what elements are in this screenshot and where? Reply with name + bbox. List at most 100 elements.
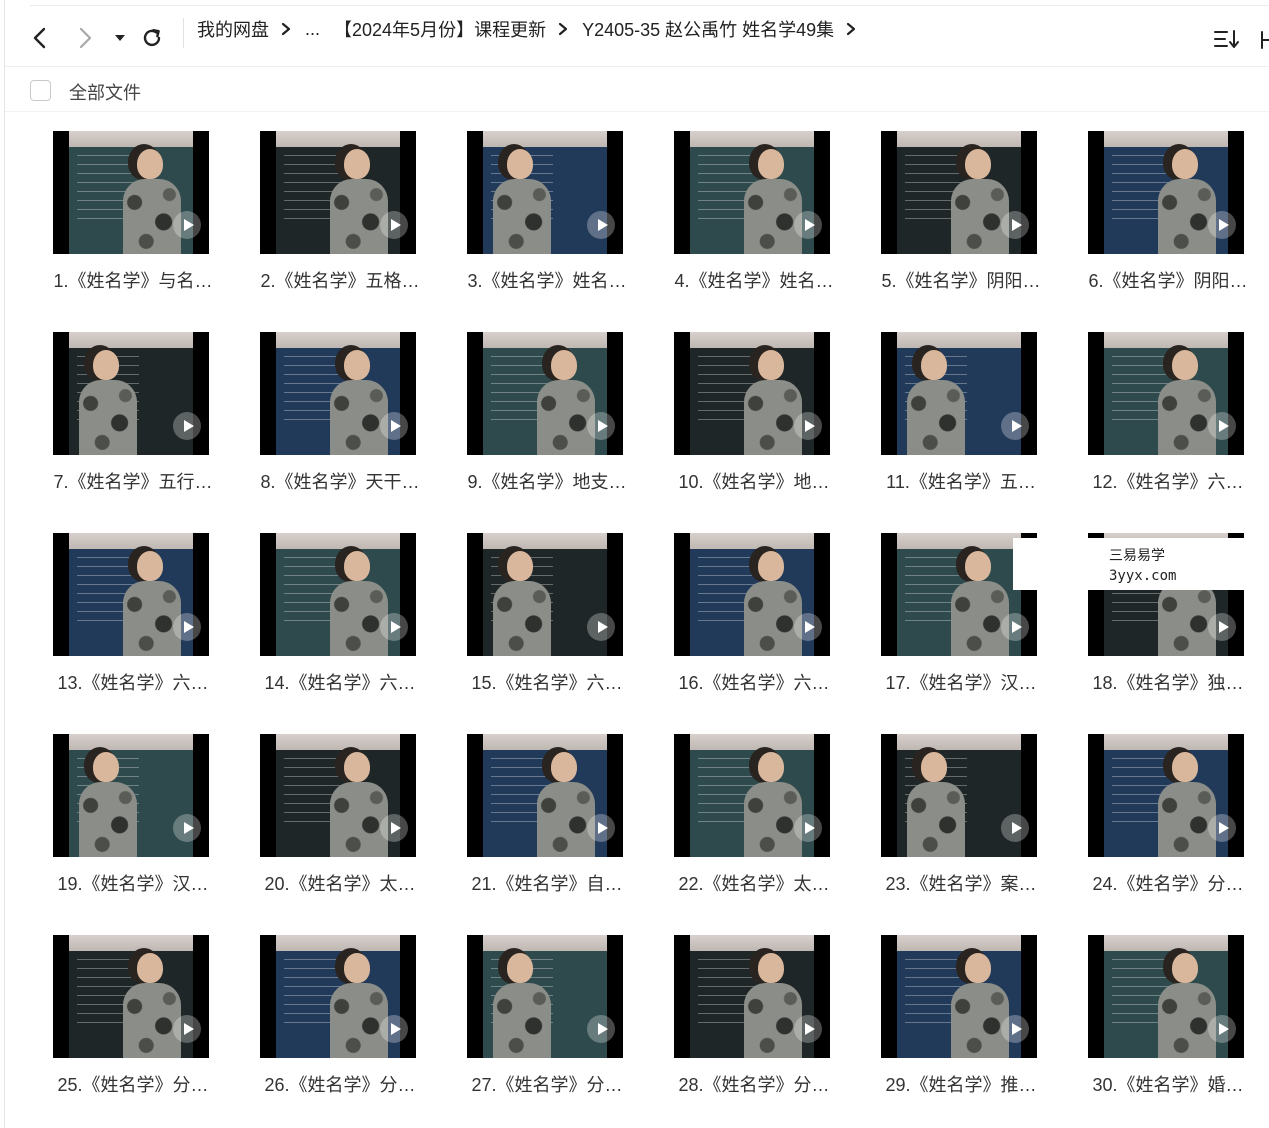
video-thumbnail[interactable]: [674, 935, 830, 1058]
play-icon[interactable]: [794, 211, 822, 239]
video-thumbnail[interactable]: [674, 734, 830, 857]
play-icon[interactable]: [380, 814, 408, 842]
play-icon[interactable]: [587, 1015, 615, 1043]
file-tile[interactable]: 19.《姓名学》汉…: [53, 734, 213, 896]
play-icon[interactable]: [173, 211, 201, 239]
file-tile[interactable]: 3.《姓名学》姓名…: [467, 131, 627, 293]
video-thumbnail[interactable]: [467, 935, 623, 1058]
play-icon[interactable]: [794, 1015, 822, 1043]
refresh-button[interactable]: [139, 25, 165, 51]
back-button[interactable]: [27, 25, 51, 51]
video-thumbnail[interactable]: [53, 332, 209, 455]
video-thumbnail[interactable]: [674, 533, 830, 656]
file-tile[interactable]: 23.《姓名学》案…: [881, 734, 1041, 896]
video-thumbnail[interactable]: [881, 332, 1037, 455]
window-top-border: [30, 5, 1269, 6]
breadcrumb-folder[interactable]: 【2024年5月份】课程更新: [334, 16, 546, 42]
play-icon[interactable]: [1001, 412, 1029, 440]
video-thumbnail[interactable]: [53, 935, 209, 1058]
file-tile[interactable]: 29.《姓名学》推…: [881, 935, 1041, 1097]
file-tile[interactable]: 26.《姓名学》分…: [260, 935, 420, 1097]
video-thumbnail[interactable]: [53, 131, 209, 254]
video-thumbnail[interactable]: [467, 332, 623, 455]
sort-button[interactable]: [1213, 28, 1241, 50]
file-tile[interactable]: 16.《姓名学》六…: [674, 533, 834, 695]
play-icon[interactable]: [1208, 613, 1236, 641]
video-thumbnail[interactable]: [260, 734, 416, 857]
play-icon[interactable]: [587, 211, 615, 239]
play-icon[interactable]: [587, 412, 615, 440]
play-icon[interactable]: [794, 814, 822, 842]
play-icon[interactable]: [173, 613, 201, 641]
video-thumbnail[interactable]: [881, 734, 1037, 857]
file-tile[interactable]: 30.《姓名学》婚…: [1088, 935, 1248, 1097]
video-thumbnail[interactable]: [1088, 131, 1244, 254]
play-icon[interactable]: [173, 412, 201, 440]
play-icon[interactable]: [173, 814, 201, 842]
video-thumbnail[interactable]: [260, 533, 416, 656]
video-thumbnail[interactable]: [674, 332, 830, 455]
file-tile[interactable]: 9.《姓名学》地支…: [467, 332, 627, 494]
video-thumbnail[interactable]: [1088, 332, 1244, 455]
play-icon[interactable]: [380, 1015, 408, 1043]
select-all-checkbox[interactable]: [30, 80, 51, 101]
video-thumbnail[interactable]: [881, 131, 1037, 254]
play-icon[interactable]: [1208, 1015, 1236, 1043]
file-tile[interactable]: 27.《姓名学》分…: [467, 935, 627, 1097]
file-tile[interactable]: 22.《姓名学》太…: [674, 734, 834, 896]
file-tile[interactable]: 8.《姓名学》天干…: [260, 332, 420, 494]
file-tile[interactable]: 1.《姓名学》与名…: [53, 131, 213, 293]
play-icon[interactable]: [1001, 211, 1029, 239]
file-tile[interactable]: 12.《姓名学》六…: [1088, 332, 1248, 494]
video-thumbnail[interactable]: [260, 131, 416, 254]
file-tile[interactable]: 15.《姓名学》六…: [467, 533, 627, 695]
play-icon[interactable]: [380, 412, 408, 440]
video-thumbnail[interactable]: [53, 734, 209, 857]
view-options-button[interactable]: [1259, 26, 1269, 54]
file-tile[interactable]: 5.《姓名学》阴阳…: [881, 131, 1041, 293]
video-thumbnail[interactable]: [881, 935, 1037, 1058]
play-icon[interactable]: [1208, 211, 1236, 239]
file-tile[interactable]: 13.《姓名学》六…: [53, 533, 213, 695]
video-thumbnail[interactable]: [1088, 935, 1244, 1058]
play-icon[interactable]: [587, 613, 615, 641]
play-icon[interactable]: [380, 613, 408, 641]
video-thumbnail[interactable]: [467, 734, 623, 857]
file-tile[interactable]: 7.《姓名学》五行…: [53, 332, 213, 494]
play-icon[interactable]: [1208, 412, 1236, 440]
play-icon[interactable]: [1001, 1015, 1029, 1043]
file-tile[interactable]: 24.《姓名学》分…: [1088, 734, 1248, 896]
video-thumbnail[interactable]: [467, 131, 623, 254]
play-icon[interactable]: [1208, 814, 1236, 842]
breadcrumb-root[interactable]: 我的网盘: [197, 16, 269, 42]
video-thumbnail[interactable]: [260, 935, 416, 1058]
file-tile[interactable]: 25.《姓名学》分…: [53, 935, 213, 1097]
presenter-body: [951, 581, 1009, 656]
play-icon[interactable]: [1001, 613, 1029, 641]
file-tile[interactable]: 2.《姓名学》五格…: [260, 131, 420, 293]
play-icon[interactable]: [794, 613, 822, 641]
video-thumbnail[interactable]: [53, 533, 209, 656]
video-thumbnail[interactable]: [674, 131, 830, 254]
file-tile[interactable]: 14.《姓名学》六…: [260, 533, 420, 695]
breadcrumb-ellipsis[interactable]: ...: [305, 19, 320, 40]
play-icon[interactable]: [587, 814, 615, 842]
history-dropdown-button[interactable]: [112, 30, 128, 46]
file-tile[interactable]: 10.《姓名学》地…: [674, 332, 834, 494]
video-thumbnail[interactable]: [1088, 734, 1244, 857]
thumbnail-presenter: [742, 748, 802, 857]
video-thumbnail[interactable]: [467, 533, 623, 656]
play-icon[interactable]: [1001, 814, 1029, 842]
file-tile[interactable]: 28.《姓名学》分…: [674, 935, 834, 1097]
play-icon[interactable]: [794, 412, 822, 440]
video-thumbnail[interactable]: [260, 332, 416, 455]
file-tile[interactable]: 6.《姓名学》阴阳…: [1088, 131, 1248, 293]
breadcrumb-current[interactable]: Y2405-35 赵公禹竹 姓名学49集: [582, 16, 834, 42]
play-icon[interactable]: [380, 211, 408, 239]
file-tile[interactable]: 11.《姓名学》五…: [881, 332, 1041, 494]
file-tile[interactable]: 4.《姓名学》姓名…: [674, 131, 834, 293]
file-tile[interactable]: 20.《姓名学》太…: [260, 734, 420, 896]
file-tile[interactable]: 21.《姓名学》自…: [467, 734, 627, 896]
forward-button[interactable]: [74, 25, 98, 51]
play-icon[interactable]: [173, 1015, 201, 1043]
